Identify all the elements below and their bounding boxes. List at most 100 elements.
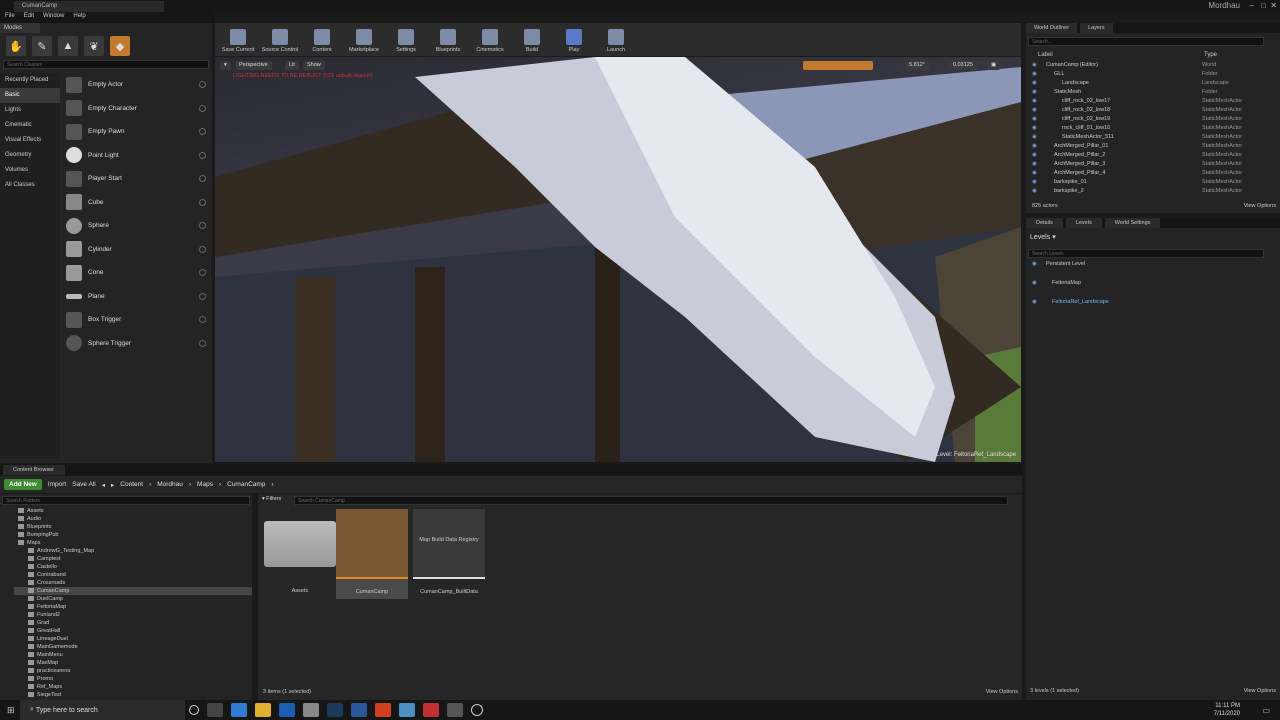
folder-item[interactable]: Ref_Maps [14,683,252,691]
column-label[interactable]: Label [1038,52,1053,58]
outliner-row[interactable]: ◉ ArchMerged_Pillar_4 StaticMeshActor [1026,169,1270,178]
taskbar-clock[interactable]: 11:11 PM 7/11/2020 [1214,702,1240,718]
visibility-eye-icon[interactable]: ◉ [1032,133,1037,142]
maximize-viewport-icon[interactable]: ▣ [987,61,1001,70]
outliner-row[interactable]: ◉ StaticMeshActor_511 StaticMeshActor [1026,133,1270,142]
file-explorer-icon[interactable] [255,703,271,717]
outliner-row[interactable]: ◉ ArchMerged_Pillar_2 StaticMeshActor [1026,151,1270,160]
place-item[interactable]: Sphere [62,214,210,238]
taskbar-search[interactable]: ⌕ Type here to search [20,700,185,720]
outliner-row[interactable]: ◉ barkspike_2 StaticMeshActor [1026,187,1270,196]
category-visual-effects[interactable]: Visual Effects [0,133,60,148]
app-icon[interactable] [399,703,415,717]
place-item[interactable]: Cylinder [62,238,210,262]
category-all-classes[interactable]: All Classes [0,178,60,193]
folder-item[interactable]: Contraband [14,571,252,579]
import-button[interactable]: Import [48,481,66,488]
modes-tab[interactable]: Modes [0,23,40,33]
folder-item[interactable]: Blueprints [14,523,252,531]
scale-snap-value[interactable]: 0.03125 [949,61,977,70]
play-button[interactable]: Play [553,23,595,56]
place-item[interactable]: Empty Pawn [62,120,210,144]
visibility-eye-icon[interactable]: ◉ [1032,178,1037,187]
paint-mode-icon[interactable]: ✎ [32,36,52,56]
folder-item[interactable]: BumpingPub [14,531,252,539]
tab-content-browser[interactable]: Content Browser [3,465,65,475]
help-icon[interactable] [199,245,206,253]
outliner-row[interactable]: ◉ cliff_rock_02_low18 StaticMeshActor [1026,106,1270,115]
visibility-eye-icon[interactable]: ◉ [1032,142,1037,151]
lit-button[interactable]: Lit [285,61,299,70]
cortana-icon[interactable] [189,705,199,715]
category-basic[interactable]: Basic [0,88,60,103]
tab-layers[interactable]: Layers [1080,23,1113,33]
column-type[interactable]: Type [1204,52,1217,58]
outliner-row[interactable]: ◉ ArchMerged_Pillar_01 StaticMeshActor [1026,142,1270,151]
asset-tile[interactable]: Assets [264,509,336,599]
breadcrumb-cumancamp[interactable]: CumanCamp [227,481,265,488]
notifications-icon[interactable]: ▭ [1262,706,1270,715]
maximize-icon[interactable]: □ [1261,1,1266,10]
launch-button[interactable]: Launch [595,23,637,56]
visibility-eye-icon[interactable]: ◉ [1032,169,1037,178]
help-icon[interactable] [199,81,206,89]
folder-item[interactable]: DuelCamp [14,595,252,603]
settings-button[interactable]: Settings [385,23,427,56]
level-tab[interactable]: CumanCamp [14,1,164,12]
folder-item[interactable]: CumanCamp [14,587,252,595]
visibility-eye-icon[interactable]: ◉ [1032,70,1037,79]
forward-icon[interactable]: ▸ [111,481,114,489]
tab-levels[interactable]: Levels [1065,218,1102,228]
level-row[interactable]: ◉ FeitoriaRef_Landscape [1026,298,1280,307]
geometry-mode-icon[interactable]: ◆ [110,36,130,56]
place-item[interactable]: Point Light [62,144,210,168]
help-icon[interactable] [199,151,206,159]
levels-search-input[interactable]: Search Levels [1028,249,1264,258]
outliner-row[interactable]: ◉ StaticMesh Folder [1026,88,1270,97]
visibility-eye-icon[interactable]: ◉ [1032,151,1037,160]
landscape-mode-icon[interactable]: ▲ [58,36,78,56]
blueprints-button[interactable]: Blueprints [427,23,469,56]
transform-tools[interactable] [803,61,873,70]
task-view-icon[interactable] [207,703,223,717]
help-icon[interactable] [199,339,206,347]
folder-item[interactable]: MainMenu [14,651,252,659]
assets-view-options[interactable]: View Options [986,689,1018,695]
outliner-row[interactable]: ◉ rock_cliff_01_low10 StaticMeshActor [1026,124,1270,133]
help-icon[interactable] [199,175,206,183]
menu-edit[interactable]: Edit [24,13,34,22]
steam-icon[interactable] [327,703,343,717]
category-lights[interactable]: Lights [0,103,60,118]
unreal-engine-icon[interactable] [447,703,463,717]
outliner-row[interactable]: ◉ Landscape Landscape [1026,79,1270,88]
folder-item[interactable]: Funland2 [14,611,252,619]
outliner-row[interactable]: ◉ barkspike_01 StaticMeshActor [1026,178,1270,187]
visibility-eye-icon[interactable]: ◉ [1032,97,1037,106]
visibility-eye-icon[interactable]: ◉ [1032,79,1037,88]
close-icon[interactable]: ✕ [1270,1,1277,10]
folder-item[interactable]: Castello [14,563,252,571]
visibility-eye-icon[interactable]: ◉ [1032,115,1037,124]
back-icon[interactable]: ◂ [102,481,105,489]
level-row[interactable]: ◉ FeitoriaMap [1026,279,1280,288]
folder-item[interactable]: Camptest [14,555,252,563]
breadcrumb-maps[interactable]: Maps [197,481,213,488]
visibility-eye-icon[interactable]: ◉ [1032,124,1037,133]
folder-item[interactable]: LineageDuel [14,635,252,643]
category-recently-placed[interactable]: Recently Placed [0,73,60,88]
help-icon[interactable] [199,222,206,230]
outliner-row[interactable]: ◉ cliff_rock_02_low19 StaticMeshActor [1026,115,1270,124]
search-assets-input[interactable]: Search CumanCamp [294,496,1008,505]
visibility-eye-icon[interactable]: ◉ [1032,187,1037,196]
place-item[interactable]: Empty Character [62,97,210,121]
outliner-search-input[interactable]: Search... [1028,37,1264,46]
folder-item[interactable]: practicearena [14,667,252,675]
app-icon[interactable] [303,703,319,717]
minimize-icon[interactable]: – [1250,1,1254,10]
folder-item[interactable]: Audio [14,515,252,523]
levels-dropdown[interactable]: Levels ▾ [1030,233,1056,241]
place-item[interactable]: Empty Actor [62,73,210,97]
help-icon[interactable] [199,316,206,324]
help-icon[interactable] [199,198,206,206]
marketplace-button[interactable]: Marketplace [343,23,385,56]
